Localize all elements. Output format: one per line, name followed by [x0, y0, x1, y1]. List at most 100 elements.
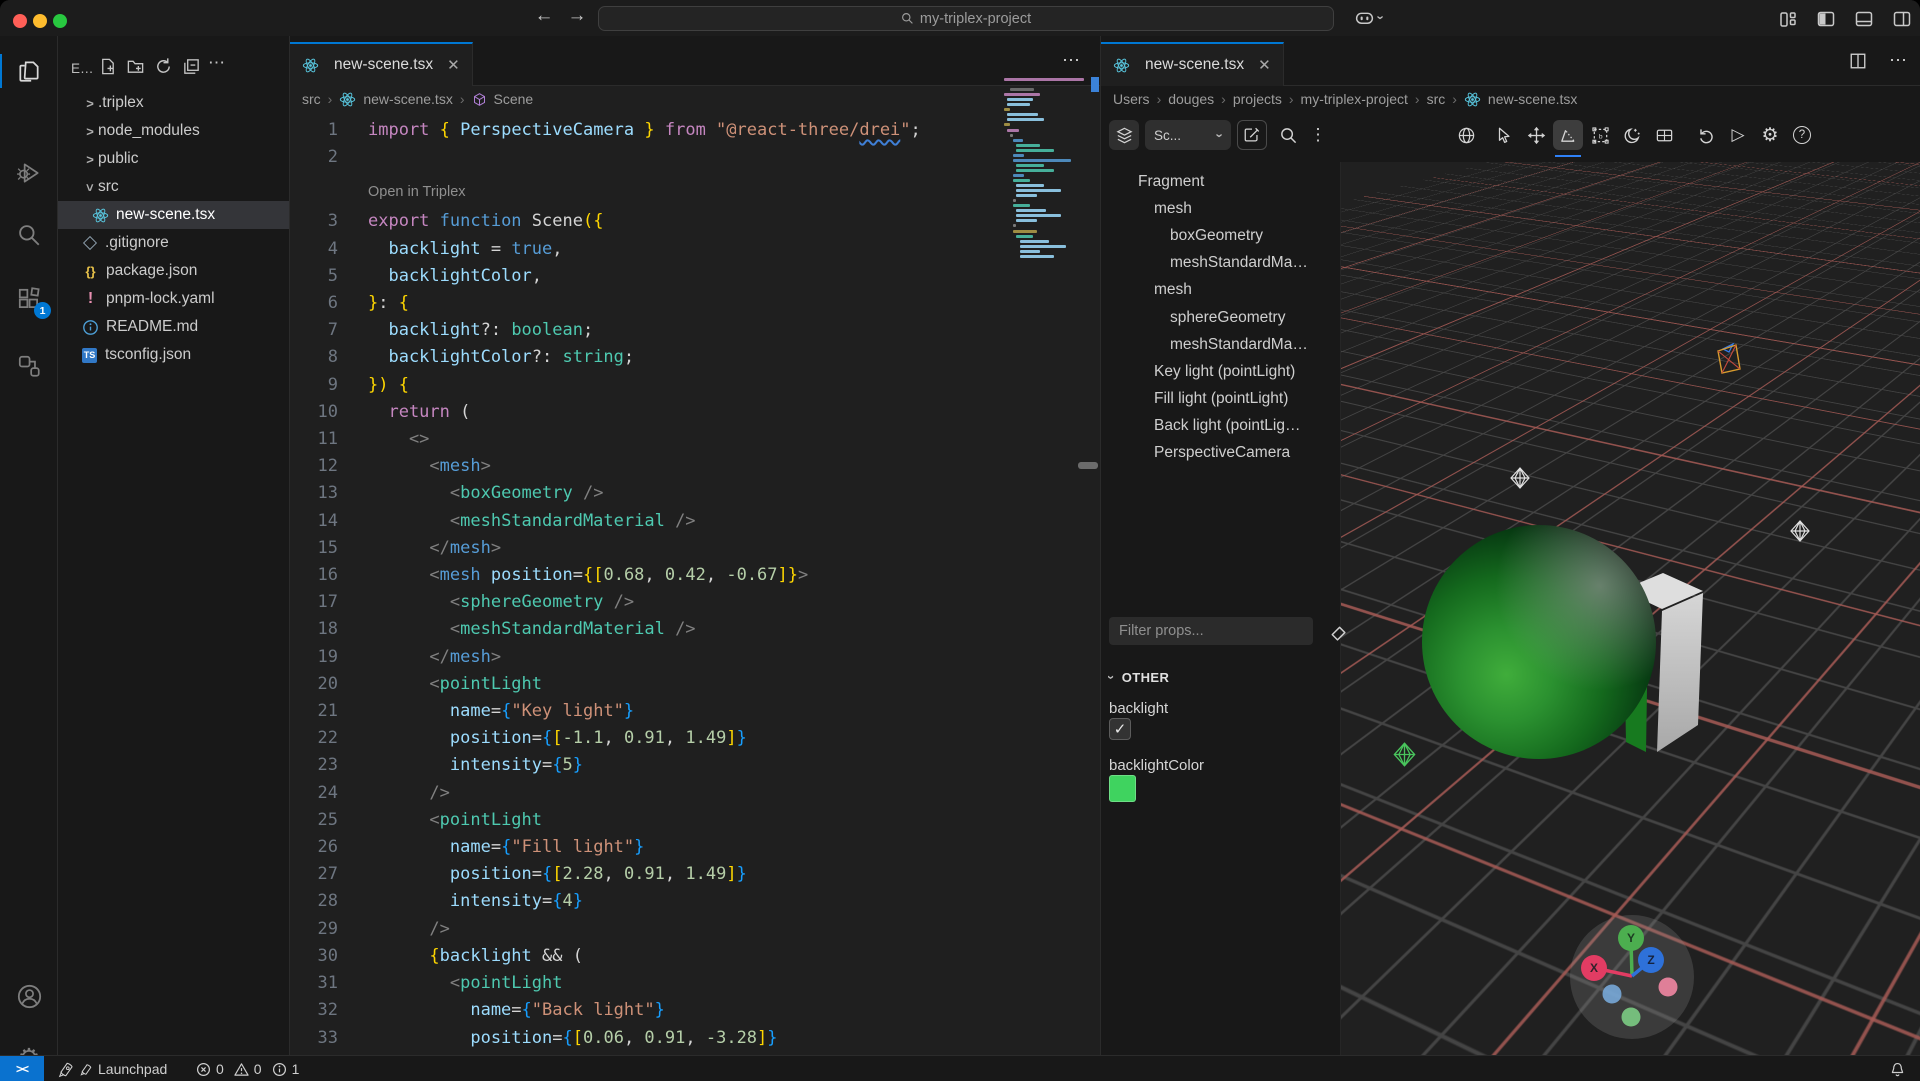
- editor-more-actions[interactable]: ⋯: [1062, 50, 1081, 71]
- line-number[interactable]: 14: [290, 508, 338, 535]
- minimize-window-button[interactable]: [33, 14, 47, 28]
- code-line[interactable]: 20 <pointLight: [290, 671, 1100, 698]
- sidebar-item-explorer[interactable]: [0, 49, 58, 93]
- view-axis-gizmo[interactable]: X Y Z: [1567, 912, 1697, 1042]
- scene-tree-item-mesh[interactable]: mesh: [1101, 277, 1340, 304]
- section-other[interactable]: › OTHER: [1109, 670, 1169, 685]
- close-icon[interactable]: ✕: [1258, 56, 1271, 74]
- notifications-bell[interactable]: [1889, 1056, 1906, 1081]
- code-line[interactable]: 6}: {: [290, 290, 1100, 317]
- grid-toggle-button[interactable]: [1649, 120, 1679, 150]
- code-line[interactable]: 9}) {: [290, 372, 1100, 399]
- code-line[interactable]: 5 backlightColor,: [290, 263, 1100, 290]
- code-line[interactable]: 12 <mesh>: [290, 453, 1100, 480]
- sidebar-item-run-debug[interactable]: [0, 151, 58, 195]
- code-line[interactable]: 2: [290, 144, 1100, 171]
- breadcrumb-item[interactable]: douges: [1168, 91, 1214, 107]
- line-number[interactable]: 17: [290, 589, 338, 616]
- line-number[interactable]: 12: [290, 453, 338, 480]
- scene-tree-item-Fill-light-pointLight-[interactable]: Fill light (pointLight): [1101, 386, 1340, 413]
- play-button[interactable]: ▷: [1723, 120, 1753, 150]
- close-window-button[interactable]: [13, 14, 27, 28]
- new-folder-button[interactable]: [126, 57, 145, 76]
- code-line[interactable]: 26 name={"Fill light"}: [290, 834, 1100, 861]
- world-space-button[interactable]: [1451, 120, 1481, 150]
- line-number[interactable]: 4: [290, 236, 338, 263]
- code-line[interactable]: 17 <sphereGeometry />: [290, 589, 1100, 616]
- line-number[interactable]: 3: [290, 208, 338, 235]
- code-line[interactable]: 18 <meshStandardMaterial />: [290, 616, 1100, 643]
- line-number[interactable]: 5: [290, 263, 338, 290]
- scene-tree-item-Back-light-pointLig-[interactable]: Back light (pointLig…: [1101, 413, 1340, 440]
- line-number[interactable]: 8: [290, 344, 338, 371]
- line-number[interactable]: 6: [290, 290, 338, 317]
- account-button[interactable]: [0, 974, 58, 1018]
- backlight-checkbox[interactable]: ✓: [1109, 718, 1131, 740]
- line-number[interactable]: 18: [290, 616, 338, 643]
- code-line[interactable]: 19 </mesh>: [290, 644, 1100, 671]
- line-number[interactable]: 25: [290, 807, 338, 834]
- sidebar-item-extensions[interactable]: 1: [0, 277, 58, 321]
- code-line[interactable]: 3export function Scene({: [290, 208, 1100, 235]
- scene-tree-item-meshStandardMa-[interactable]: meshStandardMa…: [1101, 331, 1340, 358]
- marquee-select-button[interactable]: b: [1585, 120, 1615, 150]
- scene-tree-item-Fragment[interactable]: Fragment: [1101, 168, 1340, 195]
- 3d-viewport[interactable]: X Y Z: [1341, 162, 1920, 1055]
- line-number[interactable]: 21: [290, 698, 338, 725]
- scene-tree-item-meshStandardMa-[interactable]: meshStandardMa…: [1101, 250, 1340, 277]
- camera-gizmo-icon[interactable]: [1713, 340, 1745, 376]
- line-number[interactable]: 33: [290, 1025, 338, 1052]
- line-number[interactable]: 22: [290, 725, 338, 752]
- remote-indicator[interactable]: ><: [0, 1056, 44, 1081]
- line-number[interactable]: 26: [290, 834, 338, 861]
- code-line[interactable]: 29 />: [290, 916, 1100, 943]
- line-number[interactable]: 9: [290, 372, 338, 399]
- customize-layout-icon[interactable]: [1778, 9, 1798, 29]
- code-line[interactable]: 8 backlightColor?: string;: [290, 344, 1100, 371]
- breadcrumb-item[interactable]: projects: [1233, 91, 1282, 107]
- breadcrumb-item[interactable]: src: [1427, 91, 1446, 107]
- line-number[interactable]: 19: [290, 644, 338, 671]
- scrollbar-handle[interactable]: [1078, 462, 1098, 469]
- code-line[interactable]: 32 name={"Back light"}: [290, 997, 1100, 1024]
- settings-gear-button[interactable]: ⚙: [1755, 120, 1785, 150]
- lighting-mode-button[interactable]: [1617, 120, 1647, 150]
- explorer-more-actions[interactable]: ⋯: [208, 53, 226, 73]
- code-line[interactable]: 16 <mesh position={[0.68, 0.42, -0.67]}>: [290, 562, 1100, 589]
- toggle-panel-icon[interactable]: [1854, 9, 1874, 29]
- breadcrumb-item[interactable]: my-triplex-project: [1301, 91, 1408, 107]
- zoom-window-button[interactable]: [53, 14, 67, 28]
- line-number[interactable]: 16: [290, 562, 338, 589]
- line-number[interactable]: 7: [290, 317, 338, 344]
- code-line[interactable]: 7 backlight?: boolean;: [290, 317, 1100, 344]
- tab-triplex-new-scene[interactable]: new-scene.tsx ✕: [1101, 42, 1284, 86]
- line-number[interactable]: 28: [290, 888, 338, 915]
- file-row-src[interactable]: >src: [58, 173, 289, 201]
- code-line[interactable]: 30 {backlight && (: [290, 943, 1100, 970]
- breadcrumb-item[interactable]: new-scene.tsx: [1488, 91, 1577, 107]
- scene-tree-item-Key-light-pointLight-[interactable]: Key light (pointLight): [1101, 358, 1340, 385]
- file-row-pnpm-lock.yaml[interactable]: !pnpm-lock.yaml: [58, 285, 289, 313]
- breadcrumb-src[interactable]: src: [302, 91, 321, 107]
- forward-button[interactable]: →: [564, 5, 590, 27]
- line-number[interactable]: 29: [290, 916, 338, 943]
- sidebar-item-search[interactable]: [0, 213, 58, 257]
- point-light-gizmo-icon[interactable]: [1508, 466, 1532, 490]
- line-number[interactable]: 20: [290, 671, 338, 698]
- code-area[interactable]: 1import { PerspectiveCamera } from "@rea…: [290, 112, 1100, 1055]
- line-number[interactable]: 10: [290, 399, 338, 426]
- file-row-tsconfig.json[interactable]: TStsconfig.json: [58, 341, 289, 369]
- scene-tree-item-sphereGeometry[interactable]: sphereGeometry: [1101, 304, 1340, 331]
- line-number[interactable]: 15: [290, 535, 338, 562]
- line-number[interactable]: 11: [290, 426, 338, 453]
- triplex-more-actions[interactable]: ⋯: [1889, 50, 1908, 71]
- undo-button[interactable]: [1691, 120, 1721, 150]
- code-line[interactable]: 10 return (: [290, 399, 1100, 426]
- code-line[interactable]: 22 position={[-1.1, 0.91, 1.49]}: [290, 725, 1100, 752]
- tab-new-scene[interactable]: new-scene.tsx ✕: [290, 42, 473, 86]
- refresh-button[interactable]: [154, 57, 173, 76]
- toggle-secondary-sidebar-icon[interactable]: [1892, 9, 1912, 29]
- line-number[interactable]: 27: [290, 861, 338, 888]
- launchpad-status-item[interactable]: Launchpad: [58, 1056, 167, 1081]
- translate-tool-button[interactable]: [1521, 120, 1551, 150]
